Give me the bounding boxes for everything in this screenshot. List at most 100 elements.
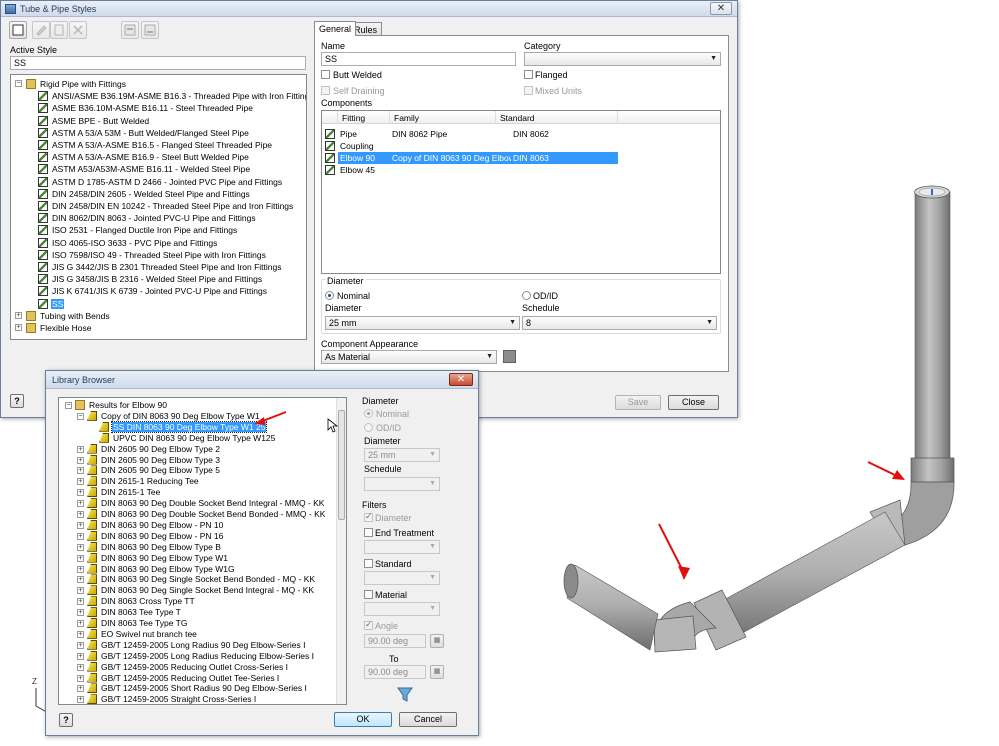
library-family-item[interactable]: + DIN 8063 Cross Type TT [59, 596, 339, 607]
filter-angle-checkbox[interactable] [364, 619, 373, 630]
library-family-item[interactable]: + GB/T 12459-2005 Straight Cross-Series I [59, 694, 339, 704]
collapse-icon[interactable]: − [15, 80, 22, 87]
library-title-bar[interactable]: Library Browser ✕ [46, 371, 478, 389]
new-style-button[interactable] [9, 21, 27, 39]
expand-icon[interactable]: + [77, 500, 84, 508]
library-family-item[interactable]: + DIN 2605 90 Deg Elbow Type 2 [59, 443, 339, 455]
library-family-item[interactable]: + EO Swivel nut branch tee [59, 628, 339, 640]
library-family-item[interactable]: + DIN 8063 90 Deg Single Socket Bend Bond… [59, 574, 339, 585]
category-dropdown[interactable]: ▼ [524, 52, 721, 66]
library-scrollbar[interactable] [336, 398, 346, 704]
table-row[interactable]: Coupling [338, 140, 618, 152]
tree-item-style[interactable]: DIN 2458/DIN EN 10242 - Threaded Steel P… [11, 200, 306, 212]
tree-item-style[interactable]: ISO 4065-ISO 3633 - PVC Pipe and Fitting… [11, 237, 306, 249]
tree-item-style[interactable]: ISO 2531 - Flanged Ductile Iron Pipe and… [11, 224, 306, 236]
library-family-expanded[interactable]: − Copy of DIN 8063 90 Deg Elbow Type W1 [59, 410, 339, 422]
expand-icon[interactable]: + [77, 685, 84, 693]
angle-to-field[interactable]: 90.00 deg [364, 665, 426, 679]
library-family-item[interactable]: + DIN 2605 90 Deg Elbow Type 3 [59, 454, 339, 466]
cancel-button[interactable]: Cancel [399, 712, 457, 727]
library-family-item[interactable]: + GB/T 12459-2005 Long Radius 90 Deg Elbo… [59, 639, 339, 651]
copy-style-button[interactable] [50, 21, 68, 39]
library-family-item[interactable]: + DIN 2615-1 Reducing Tee [59, 476, 339, 487]
expand-icon[interactable]: + [77, 652, 84, 660]
tree-item-style[interactable]: ISO 7598/ISO 49 - Threaded Steel Pipe wi… [11, 249, 306, 261]
filter-standard-dropdown[interactable]: ▼ [364, 571, 440, 585]
library-family-item[interactable]: + DIN 2615-1 Tee [59, 487, 339, 498]
close-icon[interactable]: ✕ [449, 373, 473, 386]
tree-item-style[interactable]: SS [11, 298, 306, 310]
mixed-units-checkbox[interactable] [524, 86, 533, 95]
nominal-radio[interactable] [325, 291, 334, 300]
expand-icon[interactable]: + [77, 554, 84, 562]
table-row[interactable]: Elbow 45 [338, 164, 618, 176]
appearance-dropdown[interactable]: As Material ▼ [321, 350, 497, 364]
expand-icon[interactable]: + [77, 467, 84, 475]
calculator-icon[interactable]: ▦ [430, 634, 444, 648]
filter-funnel-icon[interactable] [396, 686, 414, 703]
tree-node-category[interactable]: + Tubing with Bends [11, 310, 306, 322]
lib-schedule-dropdown[interactable]: ▼ [364, 477, 440, 491]
expand-icon[interactable]: + [77, 532, 84, 540]
calculator-icon[interactable]: ▦ [430, 665, 444, 679]
library-family-item[interactable]: + GB/T 12459-2005 Short Radius 90 Deg Elb… [59, 683, 339, 694]
schedule-dropdown[interactable]: 8 ▼ [522, 316, 717, 330]
expand-icon[interactable]: + [77, 445, 84, 453]
tree-item-style[interactable]: ASME B36.10M-ASME B16.11 - Steel Threade… [11, 102, 306, 114]
tab-general[interactable]: General [314, 21, 357, 36]
expand-icon[interactable]: + [77, 696, 84, 704]
edit-style-button[interactable] [32, 21, 50, 39]
appearance-swatch[interactable] [503, 350, 516, 363]
expand-icon[interactable]: + [77, 641, 84, 649]
active-style-field[interactable]: SS [10, 56, 306, 70]
tree-node-rigid-pipe[interactable]: − Rigid Pipe with Fittings [11, 78, 306, 90]
library-child-item[interactable]: SS DIN 8063 90 Deg Elbow Type W1 25 [59, 420, 339, 433]
expand-icon[interactable]: + [77, 543, 84, 551]
delete-style-button[interactable] [69, 21, 87, 39]
expand-icon[interactable]: + [77, 598, 84, 606]
library-family-item[interactable]: + GB/T 12459-2005 Reducing Outlet Cross-S… [59, 661, 339, 673]
close-icon[interactable]: ✕ [710, 2, 732, 15]
expand-icon[interactable]: + [77, 478, 84, 486]
expand-icon[interactable]: + [15, 311, 22, 319]
filter-end-checkbox[interactable] [364, 528, 373, 537]
tree-item-style[interactable]: DIN 8062/DIN 8063 - Jointed PVC-U Pipe a… [11, 212, 306, 224]
filter-diameter-checkbox[interactable] [364, 511, 373, 522]
lib-nominal-radio[interactable] [364, 409, 373, 418]
components-grid[interactable]: Fitting Family Standard Pipe DIN 8062 Pip… [321, 110, 721, 274]
filter-material-checkbox[interactable] [364, 590, 373, 599]
library-family-item[interactable]: + DIN 8063 Tee Type T [59, 607, 339, 618]
library-family-item[interactable]: + GB/T 12459-2005 Long Radius Reducing El… [59, 650, 339, 662]
grid-header-family[interactable]: Family [390, 111, 496, 124]
name-field[interactable]: SS [321, 52, 516, 66]
tree-item-style[interactable]: ANSI/ASME B36.19M-ASME B16.3 - Threaded … [11, 90, 306, 102]
table-row[interactable]: Pipe DIN 8062 Pipe DIN 8062 [338, 128, 618, 140]
tree-item-style[interactable]: ASTM A 53/A 53M - Butt Welded/Flanged St… [11, 127, 306, 139]
tree-item-style[interactable]: ASME BPE - Butt Welded [11, 115, 306, 127]
odid-radio[interactable] [522, 291, 531, 300]
filter-end-dropdown[interactable]: ▼ [364, 540, 440, 554]
expand-icon[interactable]: + [77, 674, 84, 682]
tree-item-style[interactable]: ASTM A 53/A-ASME B16.5 - Flanged Steel T… [11, 139, 306, 151]
library-family-item[interactable]: + GB/T 12459-2005 Reducing Outlet Tee-Ser… [59, 672, 339, 684]
library-child-item[interactable]: UPVC DIN 8063 90 Deg Elbow Type W125 [59, 432, 339, 444]
library-family-item[interactable]: + DIN 8063 90 Deg Single Socket Bend Inte… [59, 585, 339, 596]
tree-node-category[interactable]: + Flexible Hose [11, 322, 306, 334]
tree-item-style[interactable]: ASTM A 53/A-ASME B16.9 - Steel Butt Weld… [11, 151, 306, 163]
style-tree[interactable]: − Rigid Pipe with Fittings ANSI/ASME B36.1… [10, 74, 307, 340]
tree-item-style[interactable]: ASTM A53/A53M-ASME B16.11 - Welded Steel… [11, 163, 306, 175]
expand-icon[interactable]: + [77, 521, 84, 529]
tree-item-style[interactable]: DIN 2458/DIN 2605 - Welded Steel Pipe an… [11, 188, 306, 200]
filter-material-dropdown[interactable]: ▼ [364, 602, 440, 616]
library-tree[interactable]: − Results for Elbow 90− Copy of DIN 8063 9… [58, 397, 347, 705]
angle-from-field[interactable]: 90.00 deg [364, 634, 426, 648]
expand-icon[interactable]: + [77, 489, 84, 497]
flanged-checkbox[interactable] [524, 70, 533, 79]
expand-icon[interactable]: + [77, 630, 84, 638]
library-scroll-thumb[interactable] [338, 410, 345, 520]
import-style-button[interactable] [121, 21, 139, 39]
library-family-item[interactable]: + DIN 8063 90 Deg Elbow Type B [59, 541, 339, 553]
expand-icon[interactable]: + [77, 587, 84, 595]
expand-icon[interactable]: + [77, 576, 84, 584]
library-help-button[interactable]: ? [59, 713, 73, 727]
